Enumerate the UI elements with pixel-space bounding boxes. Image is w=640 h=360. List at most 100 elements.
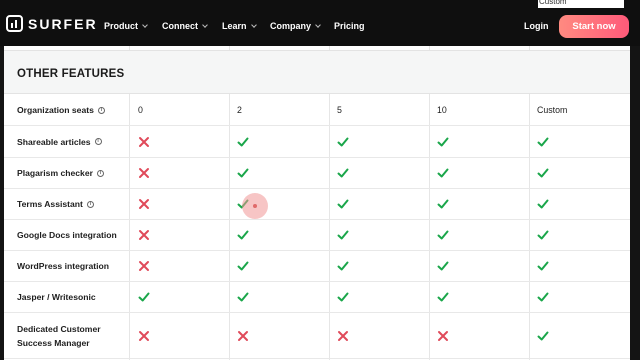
check-icon bbox=[237, 168, 249, 178]
cross-icon bbox=[238, 330, 248, 341]
plan-cell bbox=[437, 282, 449, 312]
feature-label: Jasper / Writesonic bbox=[17, 292, 96, 302]
table-row: Plagarism checker i bbox=[4, 158, 630, 189]
plan-cell bbox=[138, 282, 150, 312]
plan-cell bbox=[537, 313, 549, 358]
check-icon bbox=[337, 292, 349, 302]
cross-icon bbox=[139, 199, 149, 209]
table-row: WordPress integration bbox=[4, 251, 630, 282]
nav-label: Product bbox=[104, 21, 139, 31]
table-row: Organization seats i 0 2 5 10 Custom bbox=[4, 95, 630, 126]
cross-icon bbox=[139, 261, 149, 271]
surfer-logo[interactable]: SURFER bbox=[6, 15, 98, 32]
nav-label: Learn bbox=[222, 21, 247, 31]
partially-hidden-plan-label: Custom bbox=[538, 0, 624, 8]
check-icon bbox=[437, 199, 449, 209]
nav-item-product[interactable]: Product bbox=[104, 21, 148, 31]
plan-cell bbox=[138, 158, 150, 188]
plan-value: 2 bbox=[237, 105, 242, 115]
chevron-down-icon bbox=[315, 21, 321, 28]
plan-cell: 0 bbox=[138, 95, 143, 125]
chevron-down-icon bbox=[250, 21, 257, 28]
plan-cell bbox=[237, 158, 249, 188]
table-row: Dedicated Customer Success Manager bbox=[4, 313, 630, 359]
plan-cell bbox=[437, 220, 449, 250]
nav-item-connect[interactable]: Connect bbox=[162, 21, 208, 31]
plan-value: 0 bbox=[138, 105, 143, 115]
check-icon bbox=[138, 292, 150, 302]
feature-name: Dedicated Customer Success Manager bbox=[17, 313, 129, 358]
check-icon bbox=[537, 168, 549, 178]
plan-cell bbox=[537, 220, 549, 250]
plan-cell bbox=[437, 251, 449, 281]
feature-name: Google Docs integration bbox=[17, 220, 129, 250]
feature-label: Plagarism checker bbox=[17, 168, 93, 178]
feature-label: WordPress integration bbox=[17, 261, 110, 271]
cross-icon bbox=[139, 168, 149, 178]
cursor-pointer bbox=[253, 204, 257, 208]
plan-cell bbox=[237, 313, 249, 358]
info-icon[interactable]: i bbox=[94, 138, 102, 145]
check-icon bbox=[337, 199, 349, 209]
feature-name: WordPress integration bbox=[17, 251, 129, 281]
plan-cell bbox=[537, 158, 549, 188]
check-icon bbox=[437, 230, 449, 240]
nav-item-learn[interactable]: Learn bbox=[222, 21, 257, 31]
chevron-down-icon bbox=[202, 21, 208, 28]
plan-cell bbox=[337, 251, 349, 281]
feature-name: Jasper / Writesonic bbox=[17, 282, 129, 312]
logo-text: SURFER bbox=[28, 15, 98, 32]
feature-name: Plagarism checker i bbox=[17, 158, 129, 188]
surfer-logo-icon bbox=[6, 15, 23, 32]
check-icon bbox=[537, 230, 549, 240]
check-icon bbox=[337, 168, 349, 178]
nav-label: Pricing bbox=[334, 21, 365, 31]
plan-cell bbox=[337, 220, 349, 250]
start-now-button[interactable]: Start now bbox=[559, 15, 629, 38]
plan-cell bbox=[337, 126, 349, 157]
check-icon bbox=[437, 292, 449, 302]
feature-name: Organization seats i bbox=[17, 95, 129, 125]
check-icon bbox=[237, 261, 249, 271]
feature-label: Dedicated Customer Success Manager bbox=[17, 323, 101, 348]
check-icon bbox=[437, 168, 449, 178]
info-icon[interactable]: i bbox=[96, 169, 104, 177]
plan-cell bbox=[437, 126, 449, 157]
info-icon[interactable]: i bbox=[86, 200, 94, 208]
plan-cell: 2 bbox=[237, 95, 242, 125]
plan-cell bbox=[237, 282, 249, 312]
cross-icon bbox=[139, 230, 149, 240]
nav-item-company[interactable]: Company bbox=[270, 21, 321, 31]
plan-cell bbox=[337, 158, 349, 188]
feature-name: Terms Assistant i bbox=[17, 189, 129, 219]
plan-cell bbox=[337, 282, 349, 312]
feature-label: Organization seats bbox=[17, 105, 94, 115]
plan-cell bbox=[537, 189, 549, 219]
check-icon bbox=[437, 137, 449, 146]
plan-cell: 5 bbox=[337, 95, 342, 125]
plan-value: 5 bbox=[337, 105, 342, 115]
plan-cell bbox=[337, 189, 349, 219]
nav-item-pricing[interactable]: Pricing bbox=[334, 21, 365, 31]
info-icon[interactable]: i bbox=[97, 106, 105, 114]
top-navigation: Custom SURFER Product Connect Learn Comp… bbox=[0, 0, 640, 46]
plan-cell bbox=[138, 126, 150, 157]
check-icon bbox=[537, 261, 549, 271]
check-icon bbox=[237, 292, 249, 302]
plan-value: Custom bbox=[537, 105, 568, 115]
feature-label: Shareable articles bbox=[17, 136, 91, 147]
check-icon bbox=[237, 230, 249, 240]
table-row: Shareable articles i bbox=[4, 126, 630, 158]
plan-cell: 10 bbox=[437, 95, 447, 125]
plan-cell bbox=[237, 251, 249, 281]
plan-value: 10 bbox=[437, 105, 447, 115]
check-icon bbox=[537, 137, 549, 146]
table-row: Google Docs integration bbox=[4, 220, 630, 251]
check-icon bbox=[337, 261, 349, 271]
check-icon bbox=[237, 137, 249, 146]
section-header: OTHER FEATURES bbox=[4, 50, 630, 94]
login-link[interactable]: Login bbox=[524, 21, 549, 31]
plan-cell bbox=[437, 189, 449, 219]
page: OTHER FEATURES Organization seats i 0 2 5 10 C… bbox=[0, 0, 640, 360]
plan-cell bbox=[537, 282, 549, 312]
